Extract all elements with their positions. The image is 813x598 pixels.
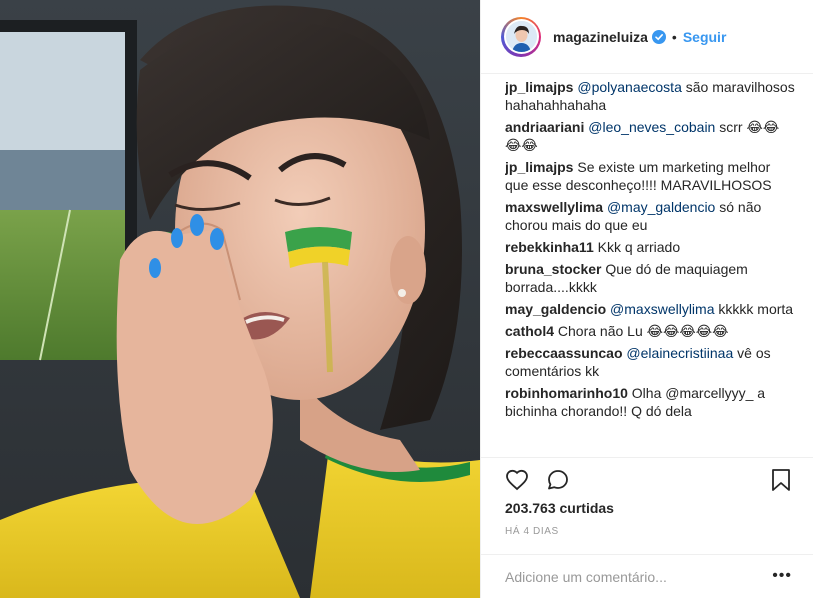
comment-item: may_galdencio @maxswellylima kkkkk morta <box>505 300 795 318</box>
comment-item: maxswellylima @may_galdencio só não chor… <box>505 198 795 234</box>
avatar[interactable] <box>501 16 541 57</box>
bookmark-icon[interactable] <box>770 468 792 492</box>
comment-item: andriaariani @leo_neves_cobain scrr 😂😂😂😂 <box>505 118 795 154</box>
comment-text: Kkk q arriado <box>597 239 681 255</box>
crying-woman-illustration <box>0 0 480 598</box>
post-date[interactable]: HÁ 4 DIAS <box>505 526 559 537</box>
comment-input[interactable] <box>505 569 755 585</box>
likes-count[interactable]: 203.763 curtidas <box>505 500 614 516</box>
comment-username[interactable]: jp_limajps <box>505 79 573 95</box>
post-image[interactable] <box>0 0 480 598</box>
follow-button[interactable]: Seguir <box>683 29 727 45</box>
comment-mention[interactable]: @maxswellylima <box>610 301 714 317</box>
header-separator: • <box>671 28 677 45</box>
post-header: magazineluiza • Seguir <box>481 0 813 74</box>
comment-item: rebekkinha11 Kkk q arriado <box>505 238 795 256</box>
comment-mention[interactable]: @elainecristiinaa <box>626 345 733 361</box>
comment-list[interactable]: jp_limajps @polyanaecosta são maravilhos… <box>505 78 795 456</box>
verified-badge-icon <box>651 29 666 44</box>
comment-username[interactable]: may_galdencio <box>505 301 606 317</box>
comment-username[interactable]: rebeccaassuncao <box>505 345 623 361</box>
post-actions: 203.763 curtidas HÁ 4 DIAS ••• <box>481 457 813 598</box>
comment-item: bruna_stocker Que dó de maquiagem borrad… <box>505 260 795 296</box>
comment-item: cathol4 Chora não Lu 😂😂😂😂😂 <box>505 322 795 340</box>
comment-icon[interactable] <box>546 468 570 492</box>
comment-mention[interactable]: @polyanaecosta <box>577 79 682 95</box>
comment-item: jp_limajps Se existe um marketing melhor… <box>505 158 795 194</box>
comment-item: jp_limajps @polyanaecosta são maravilhos… <box>505 78 795 114</box>
comment-composer: ••• <box>481 554 813 598</box>
comment-username[interactable]: robinhomarinho10 <box>505 385 628 401</box>
heart-icon[interactable] <box>505 468 529 492</box>
post-author-username[interactable]: magazineluiza <box>553 29 648 45</box>
comment-username[interactable]: maxswellylima <box>505 199 603 215</box>
comment-text: Chora não Lu 😂😂😂😂😂 <box>557 323 729 339</box>
comment-username[interactable]: rebekkinha11 <box>505 239 594 255</box>
comment-item: rebeccaassuncao @elainecristiinaa vê os … <box>505 344 795 380</box>
comment-username[interactable]: cathol4 <box>505 323 554 339</box>
more-options-icon[interactable]: ••• <box>772 568 792 584</box>
comment-username[interactable]: bruna_stocker <box>505 261 601 277</box>
post-side-panel: magazineluiza • Seguir jp_limajps @polya… <box>480 0 813 598</box>
comment-mention[interactable]: @may_galdencio <box>607 199 715 215</box>
comment-text: kkkkk morta <box>714 301 794 317</box>
comment-item: robinhomarinho10 Olha @marcellyyy_ a bic… <box>505 384 795 420</box>
comment-mention[interactable]: @leo_neves_cobain <box>588 119 715 135</box>
comment-username[interactable]: andriaariani <box>505 119 584 135</box>
comment-username[interactable]: jp_limajps <box>505 159 573 175</box>
avatar-image <box>505 21 537 52</box>
